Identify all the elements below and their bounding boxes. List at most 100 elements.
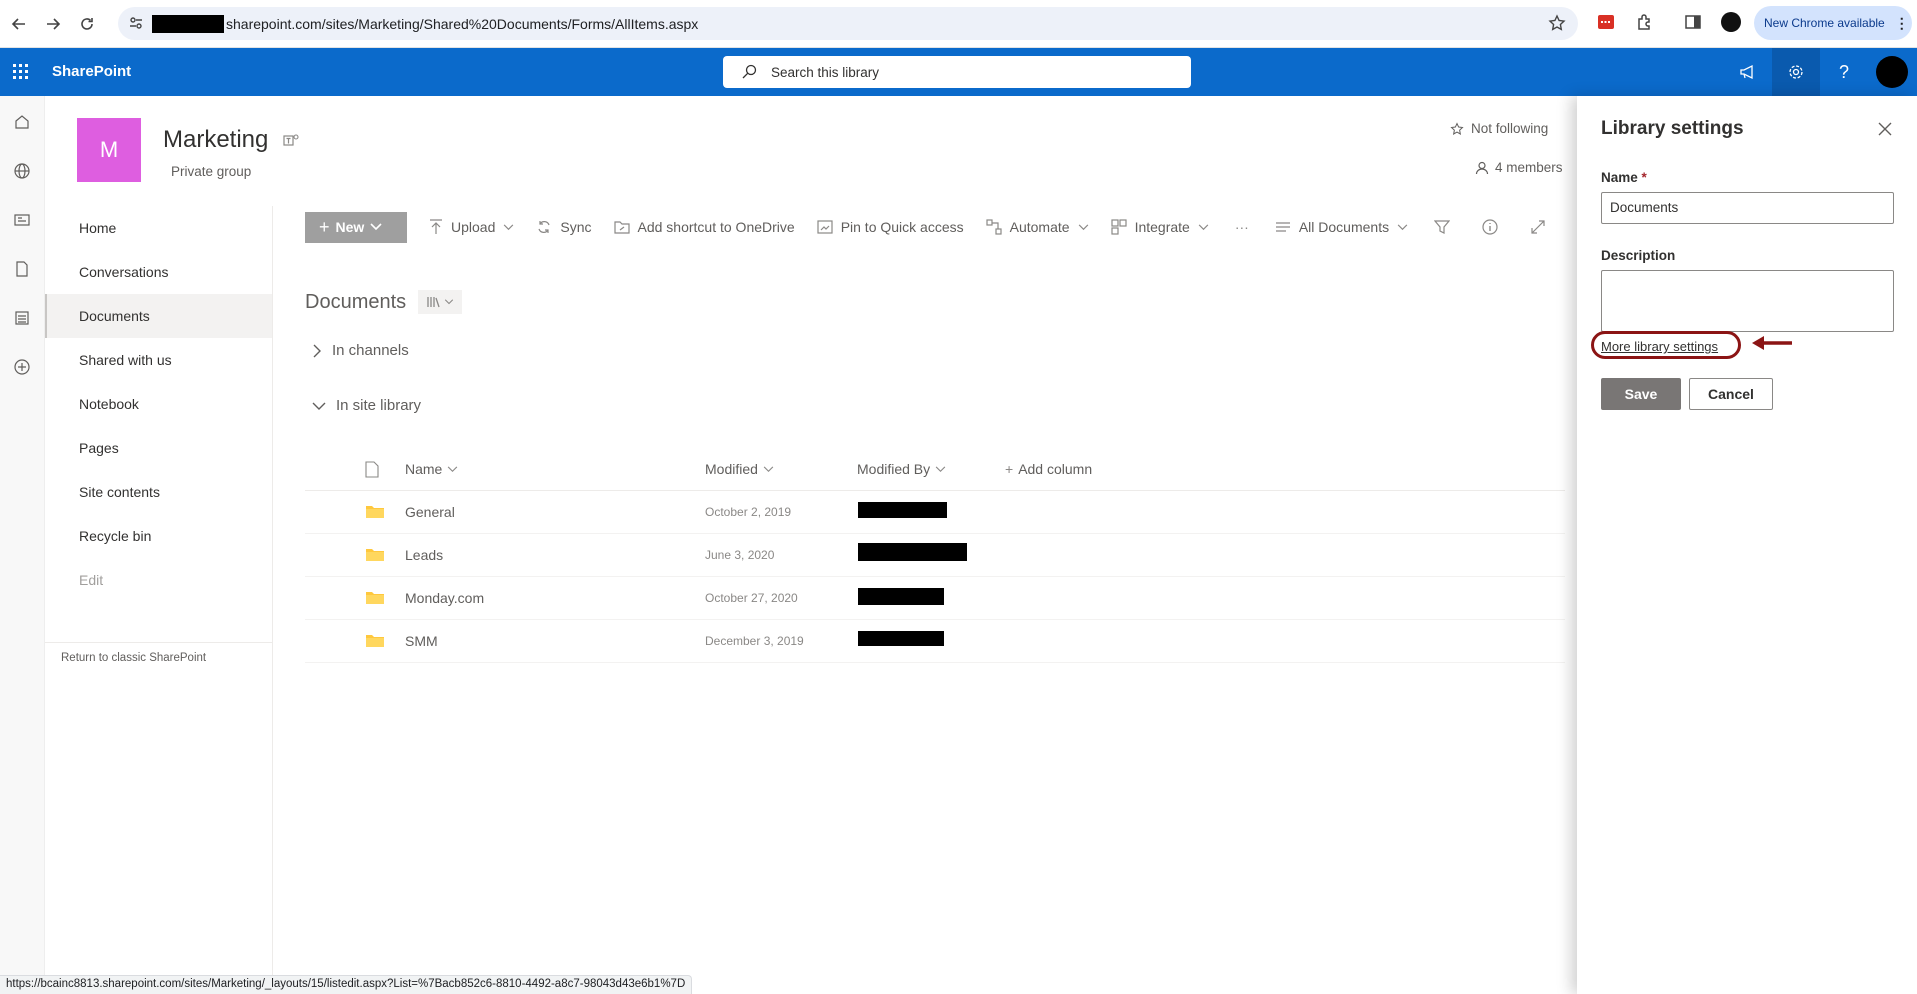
row-name[interactable]: SMM: [405, 633, 438, 649]
upload-label: Upload: [451, 219, 496, 235]
globe-icon[interactable]: [11, 160, 33, 182]
table-row[interactable]: Monday.com October 27, 2020: [305, 577, 1565, 620]
nav-item-edit[interactable]: Edit: [45, 558, 272, 602]
save-button[interactable]: Save: [1601, 378, 1681, 410]
extensions-puzzle-icon[interactable]: [1636, 13, 1654, 31]
add-column-button[interactable]: + Add column: [1005, 461, 1092, 477]
user-avatar[interactable]: [1876, 56, 1908, 88]
automate-button[interactable]: Automate: [986, 219, 1089, 235]
row-name[interactable]: Leads: [405, 547, 443, 563]
info-icon[interactable]: [1482, 219, 1498, 235]
chevron-down-icon: [312, 402, 326, 410]
new-chrome-button[interactable]: New Chrome available ⋮: [1754, 6, 1912, 40]
column-name[interactable]: Name: [405, 461, 458, 477]
name-field[interactable]: Documents: [1601, 192, 1894, 224]
chevron-down-icon: [448, 465, 458, 472]
filter-icon[interactable]: [1434, 219, 1451, 235]
site-navigation: Home Conversations Documents Shared with…: [45, 206, 273, 994]
url-text[interactable]: sharepoint.com/sites/Marketing/Shared%20…: [226, 16, 698, 32]
site-logo[interactable]: M: [77, 118, 141, 182]
redacted-modified-by: [858, 502, 947, 518]
search-input[interactable]: Search this library: [723, 56, 1191, 88]
sync-button[interactable]: Sync: [536, 219, 592, 235]
create-plus-icon[interactable]: [11, 356, 33, 378]
members-button[interactable]: 4 members: [1475, 160, 1563, 175]
pin-quick-access-button[interactable]: Pin to Quick access: [817, 219, 964, 235]
return-to-classic-link[interactable]: Return to classic SharePoint: [61, 652, 206, 664]
plus-icon: +: [319, 216, 330, 237]
row-modified: June 3, 2020: [705, 548, 775, 562]
follow-button[interactable]: Not following: [1450, 121, 1548, 136]
row-modified: October 2, 2019: [705, 505, 792, 519]
nav-item-site-contents[interactable]: Site contents: [45, 470, 272, 514]
row-modified: October 27, 2020: [705, 591, 798, 605]
site-title[interactable]: Marketing: [163, 126, 268, 154]
forward-icon[interactable]: [36, 12, 70, 36]
side-panel-icon[interactable]: [1684, 13, 1702, 31]
integrate-button[interactable]: Integrate: [1110, 219, 1209, 235]
automate-label: Automate: [1009, 219, 1070, 235]
more-commands-button[interactable]: ···: [1235, 219, 1249, 235]
bookmark-star-icon[interactable]: [1548, 14, 1566, 32]
row-name[interactable]: General: [405, 504, 455, 520]
table-row[interactable]: General October 2, 2019: [305, 491, 1565, 534]
annotation-arrow-icon: [1752, 336, 1794, 350]
upload-button[interactable]: Upload: [429, 219, 514, 235]
nav-item-recycle-bin[interactable]: Recycle bin: [45, 514, 272, 558]
column-modified-by-label: Modified By: [857, 461, 931, 477]
extension-red-icon[interactable]: [1597, 13, 1615, 31]
description-field-label: Description: [1601, 248, 1676, 263]
settings-gear-icon[interactable]: [1772, 48, 1820, 96]
cancel-button[interactable]: Cancel: [1689, 378, 1773, 410]
table-row[interactable]: Leads June 3, 2020: [305, 534, 1565, 577]
new-button[interactable]: + New: [305, 211, 407, 243]
nav-item-documents[interactable]: Documents: [45, 294, 272, 338]
folder-icon: [366, 635, 384, 647]
library-view-toggle[interactable]: [418, 290, 462, 314]
close-icon[interactable]: [1878, 122, 1892, 136]
nav-item-home[interactable]: Home: [45, 206, 272, 250]
kebab-menu-icon[interactable]: ⋮: [1895, 15, 1909, 32]
site-info-icon[interactable]: [128, 15, 144, 31]
group-label: In site library: [336, 397, 422, 414]
reload-icon[interactable]: [70, 12, 104, 36]
pin-icon: [817, 220, 833, 234]
library-title: Documents: [305, 291, 407, 313]
column-modified-by[interactable]: Modified By: [857, 461, 946, 477]
file-icon[interactable]: [11, 258, 33, 280]
app-launcher-icon[interactable]: [0, 48, 42, 96]
row-name[interactable]: Monday.com: [405, 590, 484, 606]
news-icon[interactable]: [11, 209, 33, 231]
more-library-settings-link[interactable]: More library settings: [1601, 339, 1718, 354]
column-modified[interactable]: Modified: [705, 461, 774, 477]
profile-avatar-icon[interactable]: [1721, 12, 1741, 32]
back-icon[interactable]: [2, 12, 36, 36]
home-icon[interactable]: [11, 111, 33, 133]
group-in-channels[interactable]: In channels: [312, 342, 409, 359]
add-column-label: Add column: [1018, 461, 1093, 477]
teams-icon[interactable]: [283, 133, 299, 147]
nav-item-conversations[interactable]: Conversations: [45, 250, 272, 294]
nav-item-notebook[interactable]: Notebook: [45, 382, 272, 426]
description-field[interactable]: [1601, 270, 1894, 332]
nav-item-shared-with-us[interactable]: Shared with us: [45, 338, 272, 382]
library-books-icon: [426, 297, 440, 308]
integrate-icon: [1110, 219, 1127, 235]
file-type-icon[interactable]: [365, 461, 379, 478]
list-icon[interactable]: [11, 307, 33, 329]
group-in-site-library[interactable]: In site library: [312, 397, 421, 414]
search-placeholder: Search this library: [771, 65, 880, 80]
megaphone-icon[interactable]: [1724, 48, 1772, 96]
add-shortcut-button[interactable]: Add shortcut to OneDrive: [613, 219, 795, 235]
address-bar[interactable]: sharepoint.com/sites/Marketing/Shared%20…: [118, 7, 1578, 40]
star-outline-icon: [1450, 121, 1464, 135]
sync-icon: [538, 221, 550, 233]
help-icon[interactable]: ?: [1820, 48, 1868, 96]
sharepoint-brand[interactable]: SharePoint: [52, 63, 131, 80]
expand-icon[interactable]: [1530, 219, 1546, 235]
table-row[interactable]: SMM December 3, 2019: [305, 620, 1565, 663]
nav-item-pages[interactable]: Pages: [45, 426, 272, 470]
chevron-down-icon: [444, 299, 453, 305]
members-label: 4 members: [1495, 160, 1563, 175]
view-selector[interactable]: All Documents: [1275, 219, 1408, 235]
